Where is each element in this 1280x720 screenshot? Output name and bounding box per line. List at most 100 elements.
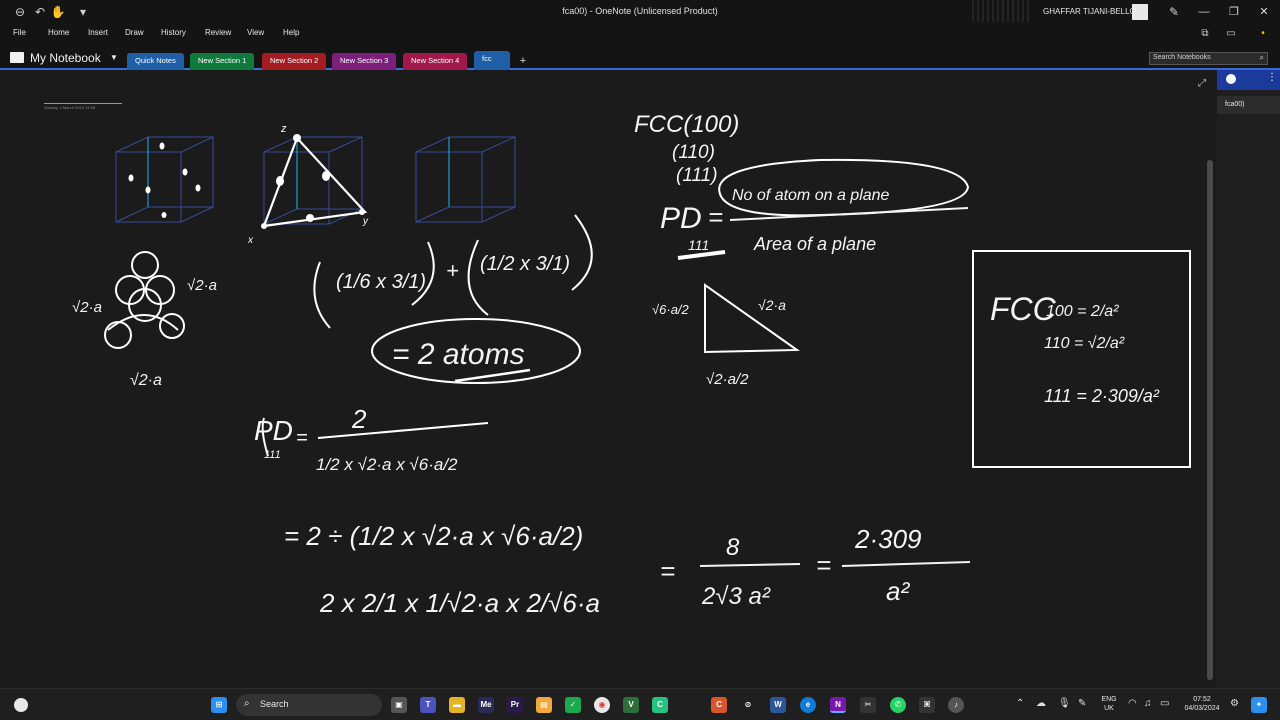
user-name[interactable]: GHAFFAR TIJANI-BELLO	[1043, 7, 1136, 16]
svg-text:1/2 x √2·a x √6·a/2: 1/2 x √2·a x √6·a/2	[316, 455, 458, 474]
settings-icon[interactable]: ⚙	[1230, 698, 1239, 709]
mic-icon[interactable]: 🎙	[1058, 698, 1071, 709]
language-indicator[interactable]: ENG UK	[1098, 695, 1120, 713]
file-explorer-icon[interactable]: ▬	[449, 697, 465, 713]
svg-text:PD: PD	[660, 202, 702, 235]
cloud-icon[interactable]: ☁	[1036, 698, 1046, 709]
menu-file[interactable]: File	[13, 28, 26, 37]
camtasia-icon[interactable]: C	[652, 697, 668, 713]
close-button[interactable]: ✕	[1252, 3, 1276, 21]
menu-history[interactable]: History	[161, 28, 186, 37]
notebook-icon[interactable]	[10, 52, 24, 63]
pen-tray-icon[interactable]: ✎	[1078, 698, 1086, 709]
word-icon[interactable]: W	[770, 697, 786, 713]
svg-text:2√3 a²: 2√3 a²	[701, 583, 771, 610]
files-icon[interactable]: ▤	[536, 697, 552, 713]
chevron-up-icon[interactable]: ⌃	[1016, 698, 1024, 709]
lightbulb-icon[interactable]: •	[1256, 27, 1270, 41]
vim-icon[interactable]: V	[623, 697, 639, 713]
search-icon[interactable]: ⌕	[1260, 53, 1264, 63]
taskbar: ⊞ ⌕ Search ▣ T ▬ Me Pr ▤ ✓ ◉ V C C ⊘ W e…	[0, 688, 1280, 720]
avatar[interactable]	[1132, 4, 1148, 20]
taskbar-search[interactable]: ⌕ Search	[236, 694, 382, 716]
menu-view[interactable]: View	[247, 28, 264, 37]
wifi-icon[interactable]: ◠	[1128, 698, 1137, 709]
svg-text:=: =	[816, 550, 831, 580]
chrome-icon[interactable]: ◉	[594, 697, 610, 713]
search-icon: ⌕	[244, 698, 250, 709]
add-page-icon[interactable]	[1226, 74, 1236, 84]
svg-text:√2·a/2: √2·a/2	[706, 371, 749, 388]
edge-icon[interactable]: e	[800, 697, 816, 713]
minimize-button[interactable]: —	[1192, 3, 1216, 21]
svg-text:√2·a: √2·a	[72, 299, 102, 316]
menu-draw[interactable]: Draw	[125, 28, 144, 37]
handwritten-text: FCC(100) (110) (111) PD 111 = No of atom…	[72, 111, 1160, 618]
whatsapp-icon[interactable]: ✆	[890, 697, 906, 713]
page-item-fca00[interactable]: fca00)	[1217, 96, 1280, 114]
svg-text:2: 2	[351, 404, 367, 434]
scroll-thumb[interactable]	[1207, 160, 1213, 680]
tab-quick-notes[interactable]: Quick Notes	[127, 53, 184, 70]
widgets-icon[interactable]	[14, 698, 28, 712]
svg-text:a²: a²	[886, 576, 910, 606]
atom-pack-sketch	[104, 251, 185, 349]
svg-text:(110): (110)	[672, 142, 715, 163]
tab-new-section-1[interactable]: New Section 1	[190, 53, 255, 70]
title-bar: ⊖ ↶ ✋ ▾ fca00) - OneNote (Unlicensed Pro…	[0, 0, 1280, 24]
menu-insert[interactable]: Insert	[88, 28, 108, 37]
add-section-button[interactable]: +	[516, 55, 530, 67]
restore-button[interactable]: ❐	[1222, 3, 1246, 21]
svg-text:√6·a/2: √6·a/2	[652, 302, 690, 317]
obs-icon[interactable]: ⊘	[740, 697, 756, 713]
music-icon[interactable]: ♪	[948, 697, 964, 713]
svg-text:+: +	[446, 258, 459, 283]
task-view-icon[interactable]: ▣	[391, 697, 407, 713]
premiere-icon[interactable]: Pr	[507, 697, 523, 713]
capcut-2-icon[interactable]: ⌘	[919, 697, 935, 713]
copilot-icon[interactable]: ✦	[1251, 697, 1267, 713]
pen-icon[interactable]: ✎	[1166, 4, 1182, 20]
media-encoder-icon[interactable]: Me	[478, 697, 494, 713]
clock-time: 07:52	[1193, 696, 1211, 703]
menu-home[interactable]: Home	[48, 28, 69, 37]
comment-icon[interactable]: ▭	[1224, 27, 1238, 41]
tab-new-section-4[interactable]: New Section 4	[403, 53, 468, 70]
svg-text:√2·a: √2·a	[758, 297, 786, 313]
ellipse-annotations	[261, 158, 970, 457]
svg-text:√2·a: √2·a	[130, 372, 162, 389]
tab-fcc[interactable]: fcc	[474, 51, 510, 70]
svg-text:=: =	[708, 202, 723, 232]
svg-text:(1/2 x 3/1): (1/2 x 3/1)	[480, 253, 570, 275]
svg-text:FCC(100): FCC(100)	[634, 111, 739, 138]
capcut-icon[interactable]: C	[711, 697, 727, 713]
svg-text:2 x 2/1 x 1/√2·a x 2/√6·a: 2 x 2/1 x 1/√2·a x 2/√6·a	[319, 588, 600, 618]
more-options-icon[interactable]: ⋮	[1267, 72, 1277, 83]
vertical-scrollbar[interactable]	[1205, 90, 1215, 686]
chevron-down-icon[interactable]: ▼	[110, 53, 118, 62]
teams-icon[interactable]: T	[420, 697, 436, 713]
svg-text:2·309: 2·309	[854, 524, 922, 554]
menu-help[interactable]: Help	[283, 28, 299, 37]
tab-new-section-2[interactable]: New Section 2	[262, 53, 327, 70]
search-notebooks-input[interactable]: Search Notebooks ⌕	[1149, 52, 1268, 65]
menu-review[interactable]: Review	[205, 28, 231, 37]
tab-new-section-3[interactable]: New Section 3	[332, 53, 397, 70]
tick-app-icon[interactable]: ✓	[565, 697, 581, 713]
clock[interactable]: 07:52 04/03/2024	[1180, 695, 1224, 713]
taskbar-search-label: Search	[260, 699, 289, 709]
sync-icon[interactable]: ⧉	[1198, 27, 1212, 41]
svg-text:111: 111	[264, 449, 281, 461]
svg-text:=: =	[296, 427, 308, 449]
notebook-name[interactable]: My Notebook	[30, 51, 101, 65]
svg-text:8: 8	[726, 534, 740, 561]
start-icon[interactable]: ⊞	[211, 697, 227, 713]
decorative-pattern	[972, 0, 1032, 22]
onenote-icon[interactable]: N	[830, 697, 846, 713]
pane-header: ⋮	[1217, 70, 1280, 90]
summary-box	[972, 250, 1191, 468]
snipping-icon[interactable]: ✂	[860, 697, 876, 713]
volume-icon[interactable]: ♫	[1144, 698, 1152, 709]
lang-top: ENG	[1101, 696, 1117, 703]
battery-icon[interactable]: ▭	[1160, 698, 1169, 709]
